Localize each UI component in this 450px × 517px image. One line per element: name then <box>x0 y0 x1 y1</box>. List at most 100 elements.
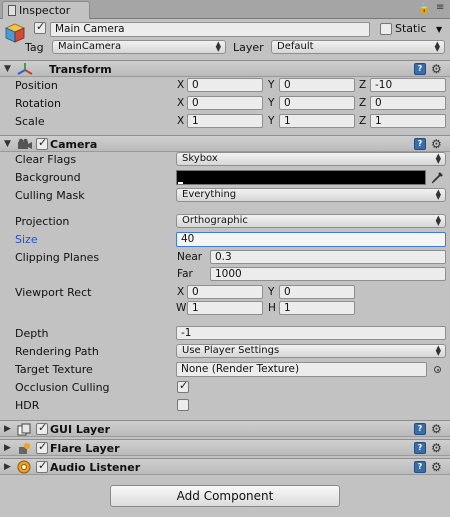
axis-z-label: Z <box>359 79 367 91</box>
lock-icon[interactable]: 🔒 <box>418 3 430 14</box>
dropdown-arrow-icon: ▲ ▼ <box>435 344 441 357</box>
clear-flags-dropdown[interactable]: Skybox ▲ ▼ <box>176 152 446 166</box>
help-icon[interactable]: ? <box>414 461 426 473</box>
axis-x-label: X <box>177 115 185 127</box>
position-x-field[interactable]: 0 <box>187 78 263 92</box>
position-z-field[interactable]: -10 <box>370 78 446 92</box>
flare-layer-title: Flare Layer <box>50 442 120 455</box>
foldout-arrow-icon[interactable]: ▼ <box>4 64 11 74</box>
background-label: Background <box>15 171 81 184</box>
object-name-field[interactable]: Main Camera <box>50 22 370 37</box>
size-field[interactable]: 40 <box>176 232 446 247</box>
clear-flags-value: Skybox <box>182 153 218 164</box>
camera-title: Camera <box>50 138 98 151</box>
camera-enabled-checkbox[interactable]: ✓ <box>36 136 48 150</box>
static-checkbox[interactable] <box>380 23 392 35</box>
object-picker-icon[interactable] <box>434 366 441 373</box>
active-checkbox[interactable]: ✓ <box>34 20 46 34</box>
rendering-path-value: Use Player Settings <box>182 345 280 356</box>
scale-x-field[interactable]: 1 <box>187 114 263 128</box>
eyedropper-icon[interactable] <box>430 170 445 185</box>
foldout-arrow-icon[interactable]: ▶ <box>4 424 11 434</box>
background-color-swatch[interactable] <box>176 170 426 185</box>
target-texture-field[interactable]: None (Render Texture) <box>176 362 427 377</box>
scale-z-field[interactable]: 1 <box>370 114 446 128</box>
occlusion-culling-label: Occlusion Culling <box>15 381 110 394</box>
camera-icon <box>17 138 33 150</box>
alpha-bar <box>178 182 183 184</box>
gui-layer-icon <box>17 423 31 436</box>
layer-value: Default <box>277 41 314 52</box>
help-icon[interactable]: ? <box>414 442 426 454</box>
gear-icon[interactable]: ⚙ <box>431 461 442 473</box>
culling-mask-dropdown[interactable]: Everything ▲ ▼ <box>176 188 446 202</box>
audio-listener-icon <box>17 460 31 474</box>
object-picker-dot <box>436 368 439 371</box>
audio-listener-header[interactable]: ▶ ✓ Audio Listener ? ⚙ <box>0 458 450 475</box>
rotation-y-field[interactable]: 0 <box>279 96 355 110</box>
layer-dropdown[interactable]: Default ▲ ▼ <box>271 40 445 54</box>
rotation-x-field[interactable]: 0 <box>187 96 263 110</box>
tab-inspector-label: Inspector <box>19 4 71 17</box>
audio-listener-enabled-checkbox[interactable]: ✓ <box>36 459 48 473</box>
help-icon[interactable]: ? <box>414 423 426 435</box>
flare-layer-header[interactable]: ▶ ✓ Flare Layer ? ⚙ <box>0 439 450 456</box>
gear-icon[interactable]: ⚙ <box>431 423 442 435</box>
gui-layer-enabled-checkbox[interactable]: ✓ <box>36 421 48 435</box>
tag-dropdown[interactable]: MainCamera ▲ ▼ <box>52 40 226 54</box>
dropdown-arrow-icon: ▲ ▼ <box>434 40 440 53</box>
hdr-checkbox[interactable] <box>177 399 189 411</box>
gear-icon[interactable]: ⚙ <box>431 63 442 75</box>
viewport-w-field[interactable]: 1 <box>187 301 263 315</box>
viewport-x-field[interactable]: 0 <box>187 285 263 299</box>
flare-layer-icon <box>17 442 31 455</box>
static-dropdown-arrow[interactable]: ▼ <box>436 25 442 34</box>
foldout-arrow-icon[interactable]: ▼ <box>4 139 11 149</box>
tab-inspector[interactable]: Inspector <box>2 1 90 19</box>
scale-y-field[interactable]: 1 <box>279 114 355 128</box>
static-label: Static <box>395 22 427 35</box>
layer-label: Layer <box>233 41 264 54</box>
window-menu-icon[interactable]: ≡ <box>436 2 444 13</box>
help-icon[interactable]: ? <box>414 138 426 150</box>
gui-layer-header[interactable]: ▶ ✓ GUI Layer ? ⚙ <box>0 420 450 437</box>
gameobject-icon <box>4 22 26 44</box>
projection-dropdown[interactable]: Orthographic ▲ ▼ <box>176 214 446 228</box>
tag-value: MainCamera <box>58 41 122 52</box>
rendering-path-dropdown[interactable]: Use Player Settings ▲ ▼ <box>176 344 446 358</box>
projection-value: Orthographic <box>182 215 248 226</box>
culling-mask-label: Culling Mask <box>15 189 85 202</box>
foldout-arrow-icon[interactable]: ▶ <box>4 443 11 453</box>
add-component-button[interactable]: Add Component <box>110 485 340 507</box>
help-icon[interactable]: ? <box>414 63 426 75</box>
viewport-w-label: W <box>176 302 187 314</box>
checkmark-icon: ✓ <box>38 421 48 434</box>
far-field[interactable]: 1000 <box>210 267 446 281</box>
position-y-field[interactable]: 0 <box>279 78 355 92</box>
inspector-icon <box>8 5 16 16</box>
rotation-label: Rotation <box>15 97 62 110</box>
axis-y-label: Y <box>268 79 275 91</box>
axis-y-label: Y <box>268 115 275 127</box>
depth-field[interactable]: -1 <box>176 326 446 340</box>
viewport-y-label: Y <box>268 286 275 298</box>
projection-label: Projection <box>15 215 70 228</box>
viewport-rect-label: Viewport Rect <box>15 286 92 299</box>
gear-icon[interactable]: ⚙ <box>431 442 442 454</box>
viewport-h-label: H <box>268 302 276 314</box>
occlusion-culling-checkbox[interactable]: ✓ <box>177 379 189 393</box>
rotation-z-field[interactable]: 0 <box>370 96 446 110</box>
viewport-h-field[interactable]: 1 <box>279 301 355 315</box>
clipping-planes-label: Clipping Planes <box>15 251 100 264</box>
culling-mask-value: Everything <box>182 189 237 200</box>
near-field[interactable]: 0.3 <box>210 250 446 264</box>
rendering-path-label: Rendering Path <box>15 345 99 358</box>
gear-icon[interactable]: ⚙ <box>431 138 442 150</box>
audio-listener-title: Audio Listener <box>50 461 141 474</box>
foldout-arrow-icon[interactable]: ▶ <box>4 462 11 472</box>
flare-layer-enabled-checkbox[interactable]: ✓ <box>36 440 48 454</box>
dropdown-arrow-icon: ▲ ▼ <box>215 40 221 53</box>
camera-header[interactable]: ▼ ✓ Camera ? ⚙ <box>0 135 450 152</box>
viewport-y-field[interactable]: 0 <box>279 285 355 299</box>
transform-header[interactable]: ▼ Transform ? ⚙ <box>0 60 450 77</box>
